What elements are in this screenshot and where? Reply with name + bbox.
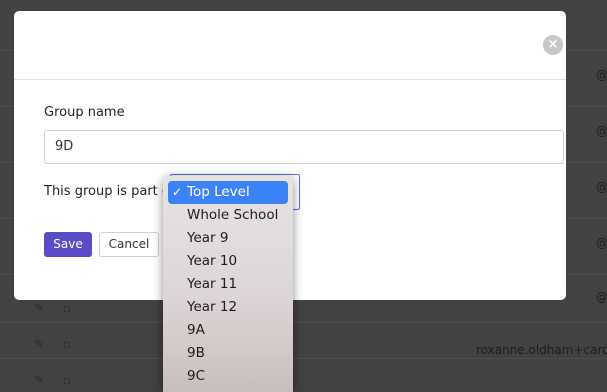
edit-icon: ✎ — [34, 337, 45, 351]
delete-icon: ▫ — [63, 373, 72, 387]
option-label: Whole School — [187, 207, 279, 223]
option-label: 9B — [187, 345, 205, 361]
group-name-label: Group name — [44, 105, 125, 120]
option-label: Year 9 — [187, 230, 229, 246]
dropdown-option[interactable]: Whole School — [163, 204, 293, 227]
option-label: Year 10 — [187, 253, 238, 269]
modal-header: × — [14, 11, 566, 80]
close-icon[interactable]: × — [543, 35, 563, 55]
group-name-input[interactable]: 9D — [44, 130, 564, 164]
edit-icon: ✎ — [34, 373, 45, 387]
dropdown-option[interactable]: Year 9 — [163, 227, 293, 250]
row-email: @ — [596, 124, 607, 138]
row-email: roxanne.oldham+caro — [476, 343, 607, 357]
dropdown-option[interactable]: 9B — [163, 342, 293, 365]
option-label: Year 11 — [187, 276, 238, 292]
row-email: @ — [596, 68, 607, 82]
row-email: @ — [596, 236, 607, 250]
dropdown-option[interactable]: Year 10 — [163, 250, 293, 273]
dropdown-option[interactable]: Year 12 — [163, 296, 293, 319]
table-row — [0, 358, 607, 392]
option-label: 9C — [187, 368, 206, 384]
dropdown-option[interactable]: ✓ Top Level — [168, 181, 288, 204]
row-email: @ — [596, 290, 607, 304]
dropdown-option[interactable]: 9C — [163, 365, 293, 388]
row-email: @ — [596, 180, 607, 194]
delete-icon: ▫ — [63, 337, 72, 351]
parent-group-label: This group is part of — [44, 184, 175, 199]
delete-icon: ▫ — [63, 301, 72, 315]
checkmark-icon: ✓ — [172, 185, 183, 199]
option-label: Year 12 — [187, 299, 238, 315]
dropdown-option[interactable]: Year 11 — [163, 273, 293, 296]
save-button[interactable]: Save — [44, 232, 92, 257]
cancel-button[interactable]: Cancel — [99, 232, 159, 257]
edit-icon: ✎ — [34, 301, 45, 315]
option-label: 9A — [187, 322, 205, 338]
dropdown-option[interactable]: 9A — [163, 319, 293, 342]
option-label: Top Level — [187, 184, 250, 200]
parent-group-dropdown: ✓ Top Level Whole School Year 9 Year 10 … — [163, 176, 293, 392]
